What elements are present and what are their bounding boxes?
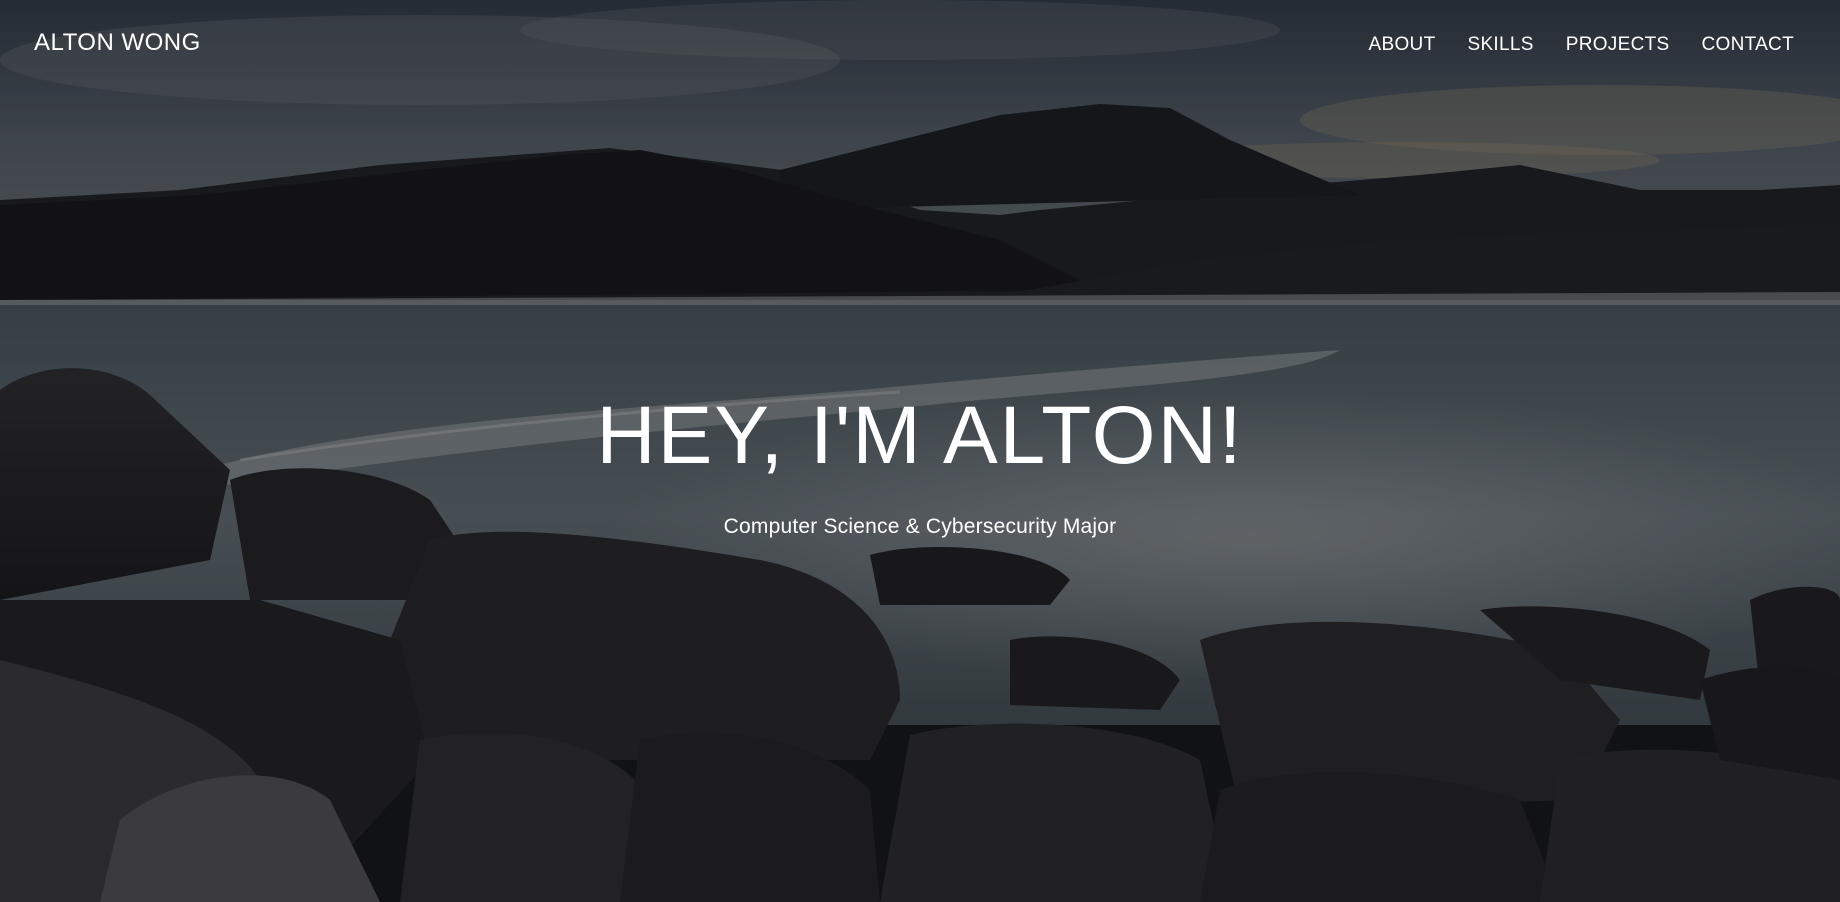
- hero-subtitle: Computer Science & Cybersecurity Major: [723, 515, 1117, 538]
- brand-logo-link[interactable]: ALTON WONG: [34, 29, 201, 57]
- hero-section: ALTON WONG ABOUT SKILLS PROJECTS CONTACT…: [0, 0, 1840, 902]
- nav-link-about[interactable]: ABOUT: [1369, 34, 1436, 55]
- top-navbar: ALTON WONG ABOUT SKILLS PROJECTS CONTACT: [0, 0, 1840, 90]
- nav-item-skills: SKILLS: [1467, 34, 1533, 56]
- hero-title: HEY, I'M ALTON!: [596, 390, 1244, 481]
- nav-link-contact[interactable]: CONTACT: [1701, 34, 1794, 55]
- nav-link-projects[interactable]: PROJECTS: [1566, 34, 1670, 55]
- nav-links: ABOUT SKILLS PROJECTS CONTACT: [1369, 34, 1794, 56]
- nav-item-projects: PROJECTS: [1566, 34, 1670, 56]
- hero-content: HEY, I'M ALTON! Computer Science & Cyber…: [0, 395, 1840, 539]
- nav-link-skills[interactable]: SKILLS: [1467, 34, 1533, 55]
- nav-item-about: ABOUT: [1369, 34, 1436, 56]
- nav-item-contact: CONTACT: [1701, 34, 1794, 56]
